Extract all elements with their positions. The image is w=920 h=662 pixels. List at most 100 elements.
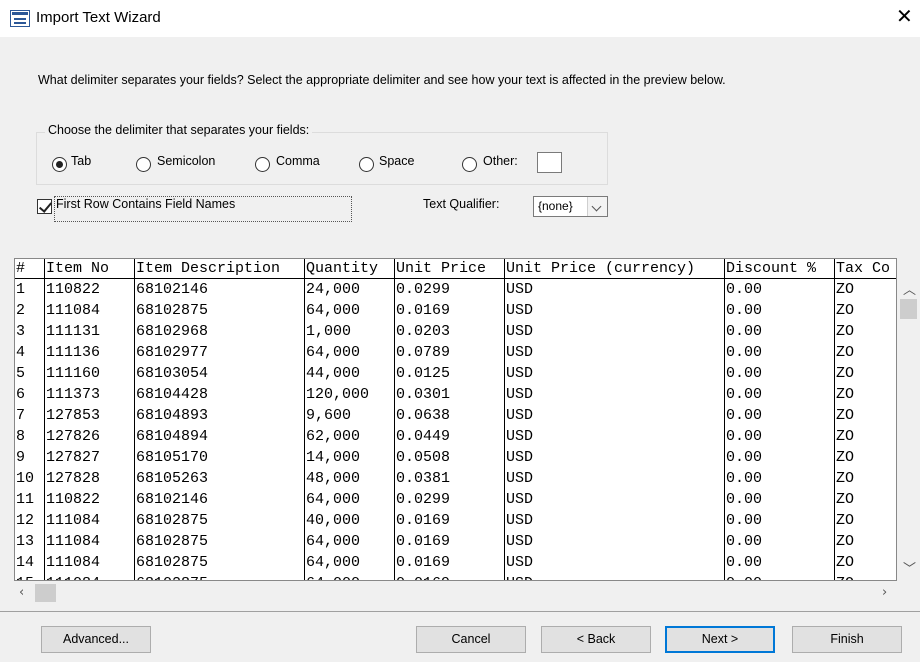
horizontal-scroll-thumb[interactable] [35,584,56,602]
table-cell: 68102968 [136,323,209,340]
import-wizard-icon [10,10,30,27]
table-cell: 111160 [46,365,101,382]
next-button[interactable]: Next > [665,626,775,653]
table-cell: ZO [836,470,855,487]
table-cell: 0.00 [726,533,763,550]
table-cell: 48,000 [306,470,361,487]
back-button[interactable]: < Back [541,626,651,653]
table-cell: 6 [16,386,26,403]
table-cell: 127826 [46,428,101,445]
table-cell: 68102875 [136,533,209,550]
horizontal-scrollbar[interactable]: ‹ › [14,583,898,603]
table-cell: USD [505,573,725,580]
table-cell: USD [506,470,534,487]
advanced-button[interactable]: Advanced... [41,626,151,653]
table-cell: 0.0789 [396,344,451,361]
table-cell: ZO [836,491,855,508]
column-header: # [16,260,26,277]
table-cell: 2 [16,302,26,319]
vertical-scroll-thumb[interactable] [900,299,917,319]
table-cell: ZO [836,449,855,466]
radio-comma-label[interactable]: Comma [276,154,320,168]
chevron-left-icon[interactable]: ‹ [19,586,24,599]
radio-other[interactable] [462,157,477,172]
radio-semicolon-label[interactable]: Semicolon [157,154,215,168]
text-qualifier-select[interactable]: {none} [533,196,608,217]
chevron-right-icon[interactable]: › [882,586,887,599]
table-cell: ZO [835,573,896,580]
table-cell: 68102977 [136,344,209,361]
table-cell: 9 [16,449,26,466]
radio-comma[interactable] [255,157,270,172]
table-cell: 1 [16,281,26,298]
close-icon[interactable]: ✕ [896,6,913,26]
column-header: Item Description [136,260,281,277]
table-cell: USD [506,365,534,382]
table-cell: 5 [16,365,26,382]
radio-space[interactable] [359,157,374,172]
radio-tab-label[interactable]: Tab [71,154,91,168]
table-cell: 0.00 [726,344,763,361]
table-cell: 64,000 [306,491,361,508]
table-cell: 0.00 [726,491,763,508]
chevron-down-icon[interactable] [587,197,607,216]
table-cell: 0.0169 [396,533,451,550]
table-cell: 0.00 [726,449,763,466]
table-cell: 40,000 [306,512,361,529]
table-cell: 0.00 [726,554,763,571]
radio-semicolon[interactable] [136,157,151,172]
table-cell: 0.0449 [396,428,451,445]
table-cell: 0.0125 [396,365,451,382]
vertical-scrollbar[interactable]: ︿ ﹀ [898,279,918,581]
radio-space-label[interactable]: Space [379,154,414,168]
table-cell: 0.00 [726,470,763,487]
preview-grid[interactable]: # Item No Item Description Quantity Unit Pri… [14,258,897,581]
table-cell: USD [506,407,534,424]
table-cell: ZO [836,365,855,382]
cancel-button[interactable]: Cancel [416,626,526,653]
table-cell: 0.00 [726,428,763,445]
title-bar: Import Text Wizard ✕ [0,0,920,37]
table-cell: 111373 [46,386,101,403]
table-cell: 0.00 [725,573,835,580]
first-row-field-names-checkbox[interactable] [37,199,52,214]
table-cell: 0.0169 [396,554,451,571]
table-cell: USD [506,491,534,508]
table-cell: 12 [16,512,35,529]
table-cell: 111136 [46,344,101,361]
table-cell: 110822 [46,281,101,298]
table-cell: 0.0299 [396,491,451,508]
table-cell: USD [506,386,534,403]
table-cell: 13 [16,533,35,550]
radio-tab[interactable] [52,157,67,172]
first-row-field-names-label[interactable]: First Row Contains Field Names [56,197,235,211]
table-cell: 68102875 [136,302,209,319]
table-cell: 0.00 [726,365,763,382]
column-header: Unit Price (currency) [506,260,696,277]
table-cell: 111084 [46,512,101,529]
radio-other-label[interactable]: Other: [483,154,518,168]
table-cell: 9,600 [306,407,352,424]
table-cell: 10 [16,470,35,487]
table-cell: 111131 [46,323,101,340]
table-cell: 44,000 [306,365,361,382]
table-cell: 14,000 [306,449,361,466]
column-header: Discount % [726,260,817,277]
column-header: Quantity [306,260,379,277]
chevron-up-icon[interactable]: ︿ [903,284,916,297]
other-delimiter-input[interactable] [537,152,562,173]
chevron-down-icon[interactable]: ﹀ [903,563,916,576]
table-cell: 127827 [46,449,101,466]
table-cell: ZO [836,533,855,550]
column-header: Tax Co [836,260,891,277]
table-cell: ZO [836,512,855,529]
table-cell: 0.0169 [396,302,451,319]
finish-button[interactable]: Finish [792,626,902,653]
table-cell: 0.00 [726,281,763,298]
table-cell: ZO [836,344,855,361]
table-cell: 68102146 [136,281,209,298]
table-cell: ZO [836,554,855,571]
table-cell: 8 [16,428,26,445]
table-cell: 68102875 [135,573,305,580]
table-cell: 68105263 [136,470,209,487]
